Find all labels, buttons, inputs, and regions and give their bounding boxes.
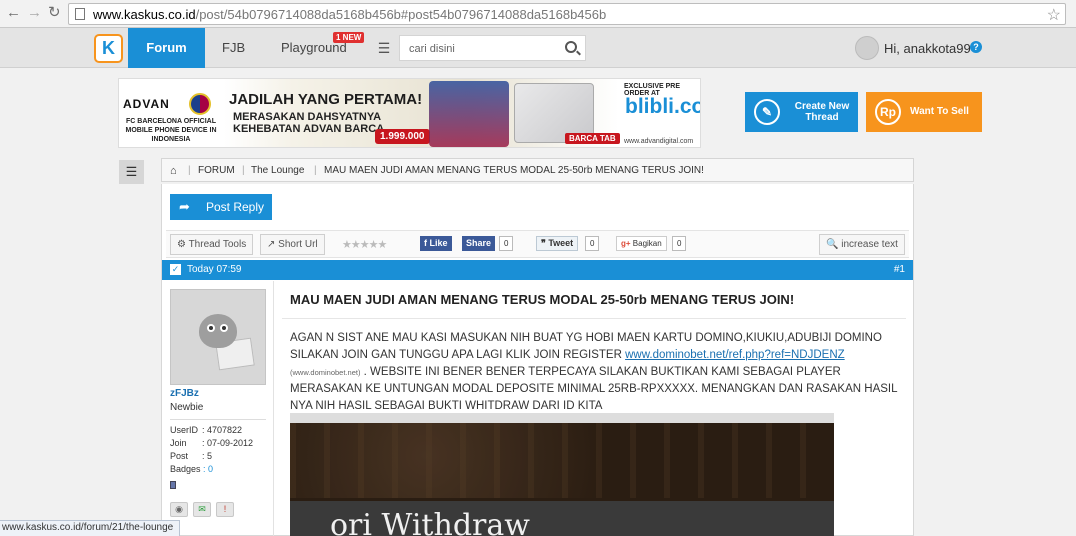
advan-logo: ADVAN <box>123 97 170 111</box>
banner-official-text: FC BARCELONA OFFICIAL MOBILE PHONE DEVIC… <box>125 118 217 143</box>
facebook-count: 0 <box>499 236 514 251</box>
badge-icon <box>170 481 176 489</box>
post-header: ✓ Today 07:59 #1 <box>162 260 913 280</box>
author-column: zFJBz Newbie UserID: 4707822 Join: 07-09… <box>162 281 274 536</box>
avatar-eye <box>207 324 215 332</box>
user-greeting[interactable]: Hi, anakkota99 <box>884 41 971 56</box>
tweet-count: 0 <box>585 236 600 251</box>
url-text[interactable]: www.kaskus.co.id/post/54b0796714088da516… <box>93 7 606 22</box>
rating-stars[interactable]: ★★★★★ <box>342 238 387 251</box>
rupiah-icon: Rp <box>875 99 901 125</box>
post-body: AGAN N SIST ANE MAU KASI MASUKAN NIH BUA… <box>290 332 898 412</box>
author-badges: Badges : 0 <box>170 464 214 474</box>
google-share-count: 0 <box>672 236 687 251</box>
thread-tools-button[interactable]: ⚙ Thread Tools <box>170 234 254 255</box>
author-post: Post: 5 <box>170 451 213 461</box>
breadcrumb: ⌂ | FORUM | The Lounge | MAU MAEN JUDI A… <box>161 158 914 182</box>
banner-headline: JADILAH YANG PERTAMA! <box>229 91 423 108</box>
avatar-head <box>199 314 237 348</box>
menu-toggle-icon[interactable]: ☰ <box>119 160 144 184</box>
short-url-button[interactable]: ↗ Short Url <box>260 234 325 255</box>
facebook-like-button[interactable]: f Like <box>420 236 452 251</box>
reply-arrow-icon: ➦ <box>179 199 190 214</box>
create-thread-button[interactable]: ✎ Create New Thread <box>745 92 858 132</box>
increase-text-button[interactable]: 🔍 increase text <box>819 234 905 255</box>
reload-icon[interactable]: ↻ <box>48 5 61 21</box>
user-avatar[interactable] <box>855 36 879 60</box>
tab-forum[interactable]: Forum <box>128 28 205 68</box>
link-domain: (www.dominobet.net) <box>290 368 361 377</box>
players-image <box>429 81 509 147</box>
register-link[interactable]: www.dominobet.net/ref.php?ref=NDJDENZ <box>625 349 845 361</box>
google-share-button[interactable]: g+ Bagikan <box>616 236 667 251</box>
post-title: MAU MAEN JUDI AMAN MENANG TERUS MODAL 25… <box>290 292 795 307</box>
page-icon <box>75 8 85 20</box>
pencil-icon: ✎ <box>754 99 780 125</box>
image-caption: ori Withdraw <box>330 508 530 536</box>
author-avatar[interactable] <box>170 289 266 385</box>
breadcrumb-separator: | <box>314 165 317 176</box>
barca-tab-label: BARCA TAB <box>565 133 620 144</box>
facebook-share-button[interactable]: Share <box>462 236 496 251</box>
thread-toolbar: ⚙ Thread Tools ↗ Short Url ★★★★★ f Like … <box>166 230 909 258</box>
site-header: K Forum FJB Playground 1 NEW ☰ Hi, anakk… <box>0 28 1076 68</box>
post-reply-button[interactable]: ➦ Post Reply <box>170 194 272 220</box>
barca-crest-icon <box>189 93 211 115</box>
banner-price: 1.999.000 <box>375 129 430 144</box>
search-input[interactable] <box>409 41 559 56</box>
breadcrumb-forum[interactable]: FORUM <box>198 165 235 176</box>
address-bar[interactable]: www.kaskus.co.id/post/54b0796714088da516… <box>68 3 1066 25</box>
image-frame <box>290 413 834 423</box>
author-userid: UserID: 4707822 <box>170 425 243 435</box>
new-badge: 1 NEW <box>333 32 365 43</box>
divider <box>282 318 906 319</box>
browser-toolbar: ← → ↻ www.kaskus.co.id/post/54b079671408… <box>0 0 1076 28</box>
want-to-sell-button[interactable]: Rp Want To Sell <box>866 92 982 132</box>
report-icon[interactable]: ! <box>216 502 234 517</box>
divider <box>170 419 266 420</box>
checkbox-icon[interactable]: ✓ <box>170 264 181 275</box>
search-icon[interactable] <box>565 41 577 53</box>
avatar-eye <box>220 324 228 332</box>
status-bar: www.kaskus.co.id/forum/21/the-lounge <box>0 520 181 536</box>
author-username[interactable]: zFJBz <box>170 388 199 399</box>
withdraw-proof-image: ori Withdraw <box>290 413 834 536</box>
list-icon[interactable]: ☰ <box>371 36 397 60</box>
tab-fjb[interactable]: FJB <box>222 28 245 68</box>
search-box <box>399 35 586 61</box>
banner-site: www.advandigital.com <box>624 138 694 145</box>
breadcrumb-separator: | <box>242 165 245 176</box>
kaskus-logo[interactable]: K <box>94 34 123 63</box>
forward-icon[interactable]: → <box>27 5 42 21</box>
help-icon[interactable]: ? <box>970 41 982 53</box>
banner-subtext: MERASAKAN DAHSYATNYA KEHEBATAN ADVAN BARC… <box>233 111 385 135</box>
author-join: Join: 07-09-2012 <box>170 438 254 448</box>
blibli-logo: blibli.com <box>625 95 700 118</box>
post-time: Today 07:59 <box>187 264 242 275</box>
author-rank: Newbie <box>170 402 204 413</box>
home-icon[interactable]: ⌂ <box>170 165 177 177</box>
ad-banner[interactable]: ADVAN FC BARCELONA OFFICIAL MOBILE PHONE… <box>118 78 701 148</box>
breadcrumb-lounge[interactable]: The Lounge <box>251 165 304 176</box>
message-icon[interactable]: ✉ <box>193 502 211 517</box>
breadcrumb-separator: | <box>188 165 191 176</box>
profile-icon[interactable]: ◉ <box>170 502 188 517</box>
star-icon[interactable]: ☆ <box>1047 5 1061 25</box>
back-icon[interactable]: ← <box>6 5 21 21</box>
image-pattern <box>290 413 834 498</box>
tweet-button[interactable]: ❞ Tweet <box>536 236 579 251</box>
post-number[interactable]: #1 <box>894 264 905 275</box>
breadcrumb-thread: MAU MAEN JUDI AMAN MENANG TERUS MODAL 25… <box>324 165 704 176</box>
